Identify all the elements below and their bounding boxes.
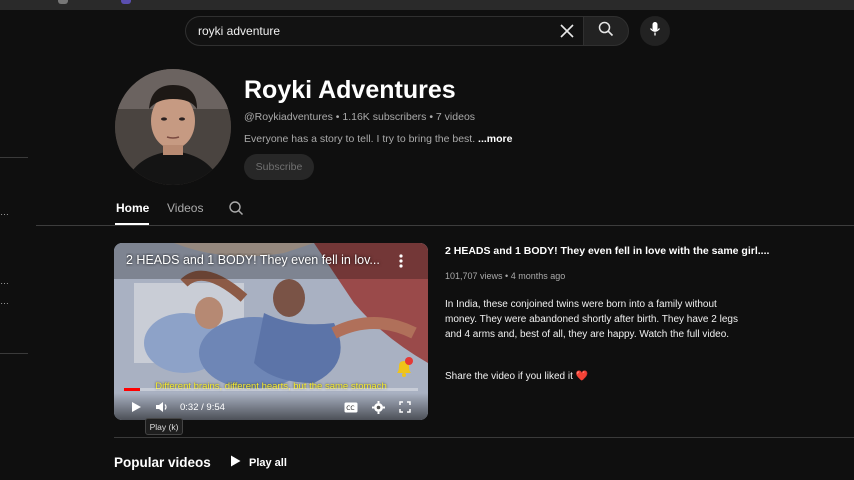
- player-title[interactable]: 2 HEADS and 1 BODY! They even fell in lo…: [126, 253, 396, 267]
- sidebar-divider: [0, 157, 28, 158]
- tab-videos[interactable]: Videos: [167, 201, 203, 215]
- search-icon[interactable]: [228, 200, 244, 216]
- play-all-label: Play all: [249, 456, 287, 469]
- play-icon[interactable]: [128, 399, 144, 415]
- volume-icon[interactable]: [154, 399, 170, 415]
- channel-description-text: Everyone has a story to tell. I try to b…: [244, 133, 476, 145]
- avatar[interactable]: [115, 69, 231, 185]
- play-tooltip: Play (k): [145, 418, 183, 435]
- progress-fill: [124, 388, 141, 391]
- channel-meta: @Roykiadventures • 1.16K subscribers • 7…: [244, 111, 476, 123]
- microphone-icon: [649, 21, 661, 42]
- progress-bar[interactable]: [124, 388, 418, 391]
- sidebar-divider: [0, 353, 28, 354]
- tab-home[interactable]: Home: [116, 201, 149, 215]
- subscribe-button[interactable]: Subscribe: [244, 154, 314, 180]
- tab-indicator: [58, 0, 68, 4]
- channel-name: Royki Adventures: [244, 76, 456, 104]
- svg-text:CC: CC: [346, 405, 354, 412]
- fullscreen-icon[interactable]: [397, 399, 413, 415]
- sidebar-item-truncated[interactable]: …: [0, 207, 9, 217]
- search-icon: [598, 21, 614, 42]
- search-bar[interactable]: royki adventure: [185, 16, 583, 46]
- bell-icon[interactable]: [394, 357, 414, 379]
- voice-search-button[interactable]: [640, 16, 670, 46]
- channel-description[interactable]: Everyone has a story to tell. I try to b…: [244, 133, 512, 145]
- sidebar-item-truncated[interactable]: …: [0, 296, 9, 306]
- search-button[interactable]: [583, 16, 629, 46]
- featured-video-description: In India, these conjoined twins were bor…: [445, 299, 738, 340]
- tabs-divider: [36, 225, 854, 226]
- share-text: Share the video if you liked it: [445, 371, 573, 382]
- search-input[interactable]: royki adventure: [198, 24, 280, 38]
- play-all-button[interactable]: Play all: [230, 455, 287, 470]
- sidebar-item-truncated[interactable]: …: [0, 276, 9, 286]
- gear-icon[interactable]: [370, 399, 386, 415]
- more-link[interactable]: ...more: [478, 133, 512, 145]
- browser-top-strip: [0, 0, 854, 10]
- close-icon[interactable]: [557, 21, 577, 41]
- featured-video-meta: 101,707 views • 4 months ago: [445, 271, 566, 281]
- more-vert-icon[interactable]: [396, 253, 406, 269]
- video-player[interactable]: 2 HEADS and 1 BODY! They even fell in lo…: [114, 243, 428, 420]
- play-icon: [230, 455, 241, 470]
- time-display: 0:32 / 9:54: [180, 402, 225, 413]
- heart-icon: ❤️: [575, 371, 589, 382]
- captions-icon[interactable]: CC: [343, 399, 359, 415]
- tab-indicator: [121, 0, 131, 4]
- popular-videos-heading: Popular videos: [114, 455, 211, 470]
- featured-video-title[interactable]: 2 HEADS and 1 BODY! They even fell in lo…: [445, 245, 769, 257]
- section-divider: [114, 437, 854, 438]
- share-line: Share the video if you liked it ❤️: [445, 371, 588, 382]
